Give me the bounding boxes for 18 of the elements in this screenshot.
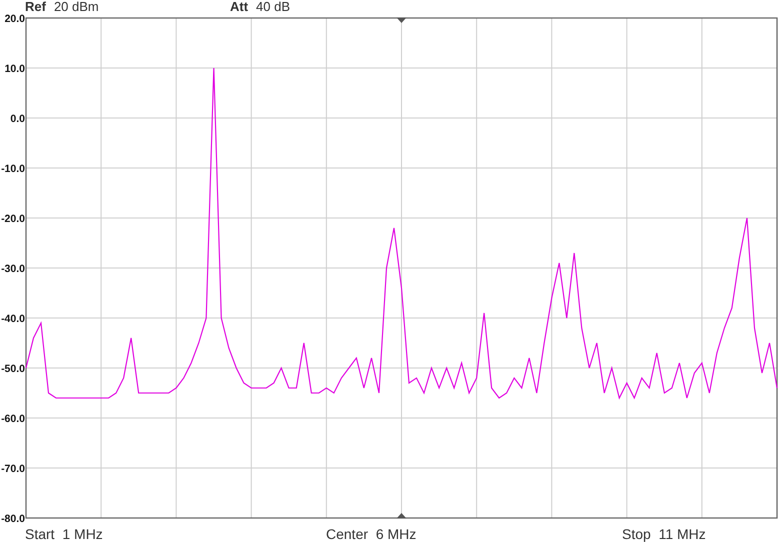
axis-label: 0.0 [10, 113, 25, 125]
axis-label: -80.0 [1, 513, 25, 525]
header-reading: Att 40 dB [230, 0, 292, 14]
axis-label: -30.0 [1, 263, 25, 275]
axis-label: -10.0 [1, 163, 25, 175]
axis-label: -60.0 [1, 413, 25, 425]
frequency-label: Start 1 MHz [25, 526, 104, 542]
axis-label: -70.0 [1, 463, 25, 475]
marker-icon [396, 18, 406, 23]
axis-label: -20.0 [1, 213, 25, 225]
axis-label: -40.0 [1, 313, 25, 325]
marker-icon [396, 513, 406, 518]
axis-label: 20.0 [4, 13, 25, 25]
header-reading: Ref 20 dBm [25, 0, 100, 14]
frequency-label: Center 6 MHz [326, 526, 418, 542]
axis-label: 10.0 [4, 63, 25, 75]
frequency-label: Stop 11 MHz [622, 526, 707, 542]
axis-label: -50.0 [1, 363, 25, 375]
